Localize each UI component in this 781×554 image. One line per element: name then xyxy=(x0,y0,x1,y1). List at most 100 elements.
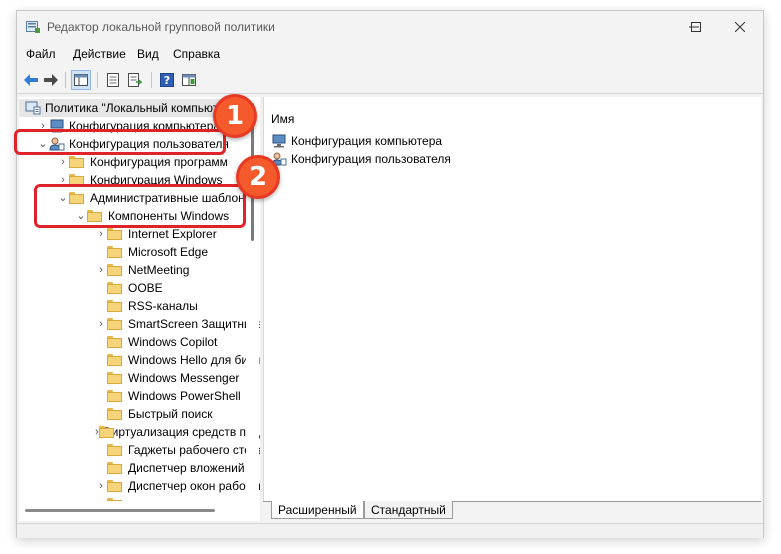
tree-item-label: RSS-каналы xyxy=(128,299,198,313)
folder-icon xyxy=(107,444,123,456)
chevron-right-icon[interactable]: › xyxy=(95,480,107,492)
properties-button[interactable] xyxy=(103,70,123,90)
folder-icon xyxy=(107,264,123,276)
menu-action[interactable]: Действие xyxy=(73,47,126,61)
back-button[interactable] xyxy=(21,70,41,90)
tree-item-label: OOBE xyxy=(128,281,163,295)
chevron-right-icon[interactable]: › xyxy=(57,156,69,168)
tree-item-label: Политика "Локальный компьютер" xyxy=(45,101,236,115)
tree-item-attachment-manager[interactable]: Диспетчер вложений xyxy=(19,459,260,477)
show-hide-tree-button[interactable] xyxy=(71,70,91,90)
tree-item-software-settings[interactable]: › Конфигурация программ xyxy=(19,153,260,171)
tree-item-windows-copilot[interactable]: Windows Copilot xyxy=(19,333,260,351)
tree-item-label: Windows PowerShell xyxy=(128,389,241,403)
extended-view-icon xyxy=(182,74,196,86)
tree-item-smartscreen[interactable]: › SmartScreen Защитника Windows xyxy=(19,315,260,333)
folder-icon xyxy=(107,390,123,402)
forward-button[interactable] xyxy=(41,70,61,90)
folder-icon xyxy=(107,228,123,240)
window-title: Редактор локальной групповой политики xyxy=(47,20,275,34)
properties-icon xyxy=(107,73,119,87)
computer-policy-icon xyxy=(25,101,41,115)
tree-item-label: Microsoft Edge xyxy=(128,245,209,259)
tree-item-label: Диспетчер окон рабочего стола xyxy=(128,479,260,493)
tree-item-label: Windows Hello для бизнеса xyxy=(128,353,260,367)
toolbar-separator xyxy=(97,72,98,88)
tree-pane: Политика "Локальный компьютер" › Конфигу… xyxy=(19,97,260,501)
folder-icon xyxy=(69,156,85,168)
status-bar xyxy=(17,523,763,538)
highlight-user-config xyxy=(14,129,226,155)
badge-number: 2 xyxy=(248,162,268,192)
badge-inner: 1 xyxy=(216,97,254,135)
tree-item-desktop-gadgets[interactable]: Гаджеты рабочего стола xyxy=(19,441,260,459)
toolbar-separator xyxy=(151,72,152,88)
tree-item-netmeeting[interactable]: › NetMeeting xyxy=(19,261,260,279)
tree-item-windows-messenger[interactable]: Windows Messenger xyxy=(19,369,260,387)
list-item-label: Конфигурация компьютера xyxy=(291,134,443,148)
tree-item-label: SmartScreen Защитника Windows xyxy=(128,317,260,331)
forward-arrow-icon xyxy=(44,74,58,86)
badge-inner: 2 xyxy=(239,158,277,196)
extended-view-button[interactable] xyxy=(179,70,199,90)
menu-help[interactable]: Справка xyxy=(173,47,220,61)
tree-item-local-computer-policy[interactable]: Политика "Локальный компьютер" xyxy=(19,99,246,117)
export-list-icon xyxy=(128,73,142,87)
folder-icon xyxy=(107,462,123,474)
tree-item-label: Windows Messenger xyxy=(128,371,240,385)
chevron-right-icon[interactable]: › xyxy=(95,264,107,276)
list-item-user-config[interactable]: Конфигурация пользователя xyxy=(271,150,451,168)
tree-item-label: NetMeeting xyxy=(128,263,190,277)
details-pane: Имя Конфигурация компьютера Конфигурация… xyxy=(263,97,761,501)
tab-standard[interactable]: Стандартный xyxy=(364,501,453,519)
tree-item-app-virtualization[interactable]: › Виртуализация средств представления xyxy=(19,423,260,441)
folder-icon xyxy=(107,372,123,384)
computer-icon xyxy=(272,134,286,148)
tree-item-oobe[interactable]: OOBE xyxy=(19,279,260,297)
tree-item-desktop-window-manager[interactable]: › Диспетчер окон рабочего стола xyxy=(19,477,260,495)
chevron-right-icon[interactable]: › xyxy=(95,228,107,240)
folder-icon xyxy=(107,282,123,294)
tree-item-label: Windows Copilot xyxy=(128,335,218,349)
step-badge-1: 1 xyxy=(213,94,257,138)
tree-item-windows-powershell[interactable]: Windows PowerShell xyxy=(19,387,260,405)
title-bar: Редактор локальной групповой политики xyxy=(17,11,763,43)
tree-item-instant-search[interactable]: Быстрый поиск xyxy=(19,405,260,423)
svg-text:?: ? xyxy=(164,74,170,87)
tree-item-label: Быстрый поиск xyxy=(128,407,213,421)
chevron-right-icon[interactable]: › xyxy=(95,318,107,330)
tree-item-label: Диспетчер вложений xyxy=(128,461,245,475)
app-icon xyxy=(26,21,40,33)
close-button[interactable] xyxy=(717,11,763,43)
help-button[interactable]: ? xyxy=(157,70,177,90)
view-tabs: Расширенный Стандартный xyxy=(263,501,761,523)
column-header-name[interactable]: Имя xyxy=(271,112,294,126)
list-item-label: Конфигурация пользователя xyxy=(291,152,451,166)
tree-item-windows-hello[interactable]: Windows Hello для бизнеса xyxy=(19,351,260,369)
menu-view[interactable]: Вид xyxy=(137,47,159,61)
tree-item-label: Виртуализация средств представления xyxy=(103,425,260,439)
step-badge-2: 2 xyxy=(236,155,280,199)
show-hide-tree-icon xyxy=(74,74,88,86)
tree-item-label: Гаджеты рабочего стола xyxy=(128,443,260,457)
tree-item-microsoft-edge[interactable]: Microsoft Edge xyxy=(19,243,260,261)
toolbar: ? xyxy=(17,67,763,94)
scrollbar-thumb[interactable] xyxy=(25,509,215,512)
maximize-button[interactable] xyxy=(673,11,719,43)
folder-icon xyxy=(107,336,123,348)
help-icon: ? xyxy=(160,73,174,87)
menu-file[interactable]: Файл xyxy=(26,47,56,61)
list-item-computer-config[interactable]: Конфигурация компьютера xyxy=(271,132,442,150)
badge-number: 1 xyxy=(225,101,245,131)
folder-icon xyxy=(107,318,123,330)
back-arrow-icon xyxy=(24,74,38,86)
folder-icon xyxy=(107,408,123,420)
export-list-button[interactable] xyxy=(125,70,145,90)
tree-item-rss-feeds[interactable]: RSS-каналы xyxy=(19,297,260,315)
gpedit-window: Редактор локальной групповой политики Фа… xyxy=(16,10,764,538)
menu-bar: Файл Действие Вид Справка xyxy=(17,43,763,65)
tab-extended[interactable]: Расширенный xyxy=(271,501,364,519)
toolbar-separator xyxy=(65,72,66,88)
tree-horizontal-scrollbar[interactable] xyxy=(19,501,260,521)
tree-item-label: Конфигурация программ xyxy=(90,155,228,169)
